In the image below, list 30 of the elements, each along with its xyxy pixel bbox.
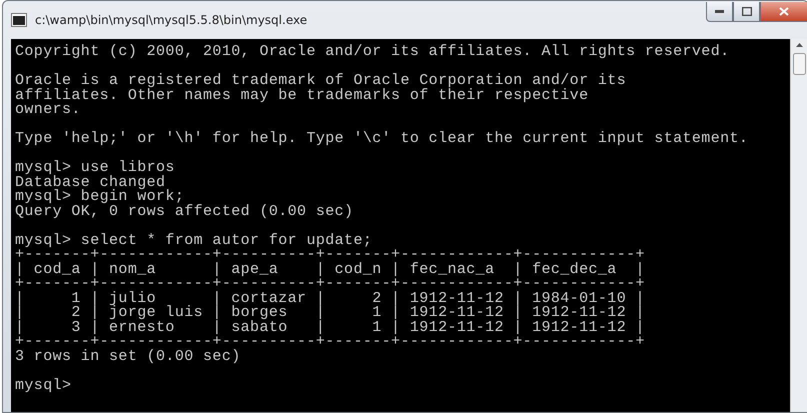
console-line: 3 rows in set (0.00 sec): [15, 350, 242, 364]
console-line: +-------+------------+----------+-------+------------+------------+: [15, 248, 646, 262]
scroll-thumb-icon[interactable]: [793, 53, 806, 75]
console-line: mysql>: [15, 378, 72, 393]
scroll-up-icon[interactable]: [796, 43, 803, 47]
console-line: | 1 | julio | cortazar | 2 | 1912-11-12 | 1984-01-10 |: [15, 292, 646, 306]
close-icon: [779, 7, 789, 16]
console-line: | cod_a | nom_a | ape_a | cod_n | fec_nac_a | fec_dec_a |: [15, 262, 646, 277]
console-line: +-------+------------+----------+-------+------------+------------+: [15, 277, 646, 292]
console-line: affiliates. Other names may be trademarks of their respective: [15, 88, 590, 103]
console-line: owners.: [15, 103, 82, 118]
console-line: Copyright (c) 2000, 2010, Oracle and/or its affiliates. All rights reserved.: [15, 45, 731, 60]
console-line: Database changed: [15, 176, 166, 190]
close-button[interactable]: [760, 2, 807, 22]
console-line: Query OK, 0 rows affected (0.00 sec): [15, 204, 354, 219]
minimize-button[interactable]: [706, 2, 733, 22]
console-icon: [11, 13, 27, 27]
console-line: mysql> use libros: [15, 161, 176, 176]
console-line: | 3 | ernesto | sabato | 1 | 1912-11-12 | 1912-11-12 |: [15, 320, 646, 335]
console-line: | 2 | jorge luis | borges | 1 | 1912-11-12 | 1912-11-12 |: [15, 306, 646, 320]
console-line: +-------+------------+----------+-------+------------+------------+: [15, 335, 646, 350]
console-line: Oracle is a registered trademark of Oracle Corporation and/or its: [15, 74, 628, 88]
scrollbar[interactable]: [790, 39, 807, 412]
console-line: mysql> begin work;: [15, 190, 184, 204]
console-line: mysql> select * from autor for update;: [15, 234, 374, 248]
console-line: Type 'help;' or '\h' for help. Type '\c' to clear the current input statement.: [15, 132, 750, 146]
window-title: c:\wamp\bin\mysql\mysql5.5.8\bin\mysql.exe: [35, 13, 308, 27]
maximize-icon: [742, 7, 752, 16]
maximize-button[interactable]: [733, 2, 760, 22]
minimize-icon: [715, 10, 724, 13]
